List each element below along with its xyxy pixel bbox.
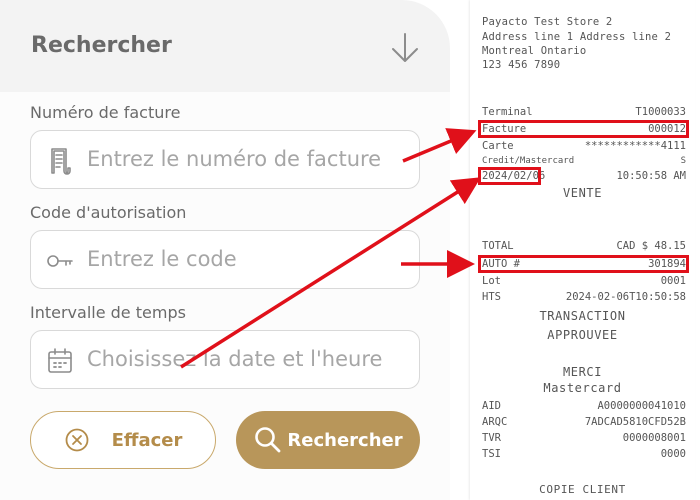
hts-value: 2024-02-06T10:50:58 xyxy=(565,291,686,303)
arqc-value: 7ADCAD5810CFD52B xyxy=(584,416,686,428)
search-icon xyxy=(255,427,281,453)
arrow-down-icon[interactable] xyxy=(389,31,421,65)
total-row: TOTAL CAD $ 48.15 xyxy=(482,240,686,252)
auth-field[interactable] xyxy=(30,230,420,289)
receipt-time: 10:50:58 AM xyxy=(616,170,686,182)
time-label: Intervalle de temps xyxy=(30,303,186,322)
tvr-value: 0000008001 xyxy=(622,432,686,444)
terminal-label: Terminal xyxy=(482,106,533,118)
aid-value: A0000000041010 xyxy=(597,400,686,412)
search-panel: Rechercher Numéro de facture Code d'auto… xyxy=(0,0,450,500)
time-input[interactable]: Choisissez la date et l'heure xyxy=(87,331,412,387)
arqc-row: ARQC 7ADCAD5810CFD52B xyxy=(482,416,686,428)
auth-input[interactable] xyxy=(87,231,412,287)
total-label: TOTAL xyxy=(482,240,514,252)
close-circle-icon xyxy=(65,428,89,452)
invoice-input[interactable] xyxy=(87,131,412,187)
status-line-1: TRANSACTION xyxy=(539,309,626,323)
key-icon xyxy=(47,255,73,267)
hts-label: HTS xyxy=(482,291,501,303)
hts-row: HTS 2024-02-06T10:50:58 xyxy=(482,291,686,303)
lot-value: 0001 xyxy=(660,275,686,287)
card-row: Carte ************4111 xyxy=(482,140,686,152)
page-title: Rechercher xyxy=(31,33,172,58)
thanks-text: MERCI xyxy=(562,365,603,379)
auth-label: Code d'autorisation xyxy=(30,203,187,222)
panel-header: Rechercher xyxy=(0,0,450,92)
copy-label: COPIE CLIENT xyxy=(539,483,626,496)
invoice-label: Numéro de facture xyxy=(30,103,181,122)
time-field[interactable]: Choisissez la date et l'heure xyxy=(30,330,420,389)
lot-label: Lot xyxy=(482,275,501,287)
store-address: Address line 1 Address line 2 xyxy=(482,31,672,43)
card-value: ************4111 xyxy=(584,140,686,152)
aid-label: AID xyxy=(482,400,501,412)
clear-button-label: Effacer xyxy=(111,429,183,451)
lot-row: Lot 0001 xyxy=(482,275,686,287)
tsi-label: TSI xyxy=(482,448,501,460)
tvr-label: TVR xyxy=(482,432,501,444)
store-name: Payacto Test Store 2 xyxy=(482,16,613,28)
card-type: Credit/Mastercard xyxy=(482,156,575,166)
calendar-icon xyxy=(48,348,72,373)
terminal-row: Terminal T1000033 xyxy=(482,106,686,118)
card-brand: Mastercard xyxy=(543,381,622,395)
tvr-row: TVR 0000008001 xyxy=(482,432,686,444)
tsi-row: TSI 0000 xyxy=(482,448,686,460)
card-label: Carte xyxy=(482,140,514,152)
date-highlight-box xyxy=(478,167,541,185)
store-city: Montreal Ontario xyxy=(482,45,587,57)
receipt: Payacto Test Store 2 Address line 1 Addr… xyxy=(470,0,695,500)
tsi-value: 0000 xyxy=(660,448,686,460)
auth-highlight-box xyxy=(478,255,689,273)
terminal-value: T1000033 xyxy=(635,106,686,118)
clear-button[interactable]: Effacer xyxy=(30,411,216,469)
card-type-code: S xyxy=(680,156,686,166)
card-type-row: Credit/Mastercard S xyxy=(482,156,686,166)
search-button[interactable]: Rechercher xyxy=(236,411,420,469)
receipt-icon xyxy=(51,148,71,175)
store-phone: 123 456 7890 xyxy=(482,59,561,71)
search-button-label: Rechercher xyxy=(287,429,403,451)
arqc-label: ARQC xyxy=(482,416,508,428)
aid-row: AID A0000000041010 xyxy=(482,400,686,412)
invoice-field[interactable] xyxy=(30,130,420,189)
status-line-2: APPROUVEE xyxy=(547,328,618,342)
total-value: CAD $ 48.15 xyxy=(616,240,686,252)
sale-type: VENTE xyxy=(562,186,603,200)
invoice-highlight-box xyxy=(478,120,689,138)
